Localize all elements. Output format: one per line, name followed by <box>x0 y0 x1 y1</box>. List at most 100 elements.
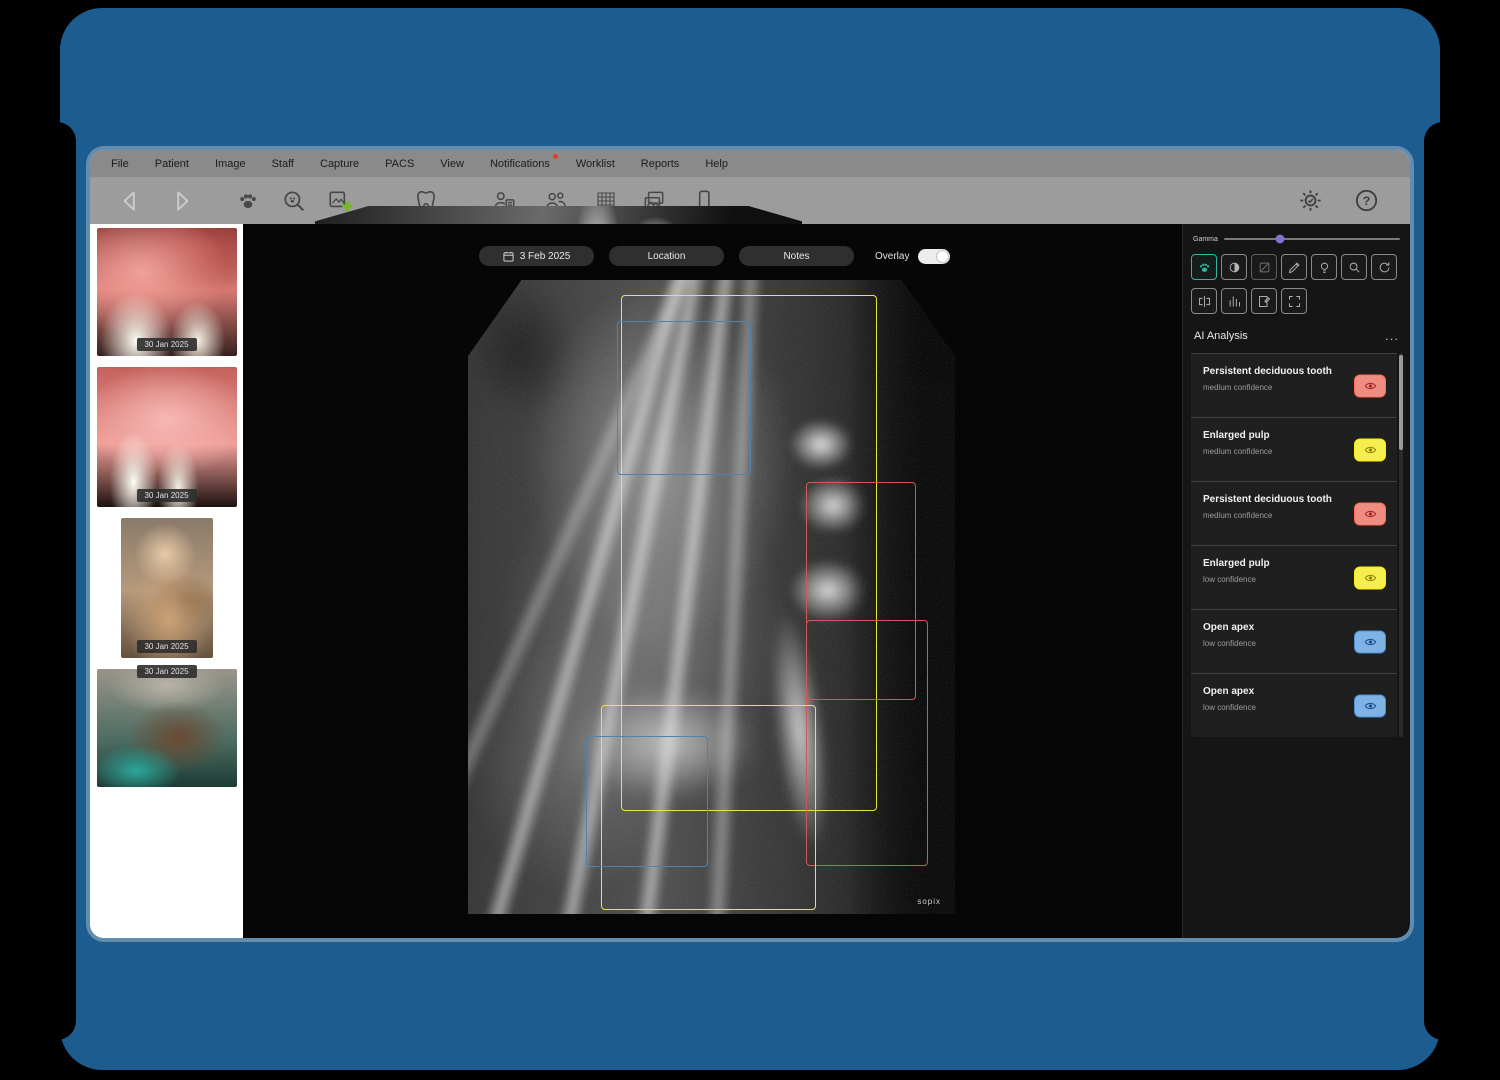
ai-analysis-menu-button[interactable]: ... <box>1385 328 1399 343</box>
viewer-tools-row-2 <box>1191 288 1402 314</box>
contrast-icon <box>1227 260 1242 275</box>
finding-visibility-badge[interactable] <box>1355 503 1385 524</box>
menu-item-label: Staff <box>272 158 294 170</box>
thumbnail-date-badge: 30 Jan 2025 <box>136 489 196 502</box>
thumbnail[interactable]: 30 Jan 2025 <box>97 367 237 507</box>
ai-overlay-box[interactable] <box>586 736 708 867</box>
paw-icon <box>236 189 260 213</box>
finding-row[interactable]: Enlarged pulp low confidence <box>1191 545 1397 609</box>
gamma-slider-knob[interactable] <box>1276 235 1285 244</box>
xray-image[interactable]: sopix <box>468 280 955 914</box>
menu-item[interactable]: File <box>98 150 142 177</box>
date-label: 3 Feb 2025 <box>520 251 571 262</box>
histogram-tool-button[interactable] <box>1221 288 1247 314</box>
menu-item[interactable]: PACS <box>372 150 427 177</box>
finding-visibility-badge[interactable] <box>1355 375 1385 396</box>
findings-scrollbar[interactable] <box>1399 353 1403 737</box>
settings-button[interactable] <box>1294 185 1326 217</box>
finding-row[interactable]: Open apex low confidence <box>1191 673 1397 737</box>
eye-icon <box>1364 635 1377 648</box>
location-button[interactable]: Location <box>609 246 724 266</box>
filter-tool-button[interactable] <box>1251 254 1277 280</box>
fullscreen-icon <box>1287 294 1302 309</box>
menu-item-label: Help <box>705 158 728 170</box>
thumbnail[interactable]: 30 Jan 2025 <box>121 518 213 658</box>
thumbnail-date-badge: 30 Jan 2025 <box>136 665 196 678</box>
ai-paw-tool-button[interactable] <box>1191 254 1217 280</box>
menu-item[interactable]: Patient <box>142 150 202 177</box>
menu-item[interactable]: Notifications <box>477 150 563 177</box>
help-button[interactable]: ? <box>1350 185 1382 217</box>
pencil-icon <box>1287 260 1302 275</box>
contrast-tool-button[interactable] <box>1221 254 1247 280</box>
notes-button[interactable]: Notes <box>739 246 854 266</box>
finding-row[interactable]: Enlarged pulp medium confidence <box>1191 417 1397 481</box>
device-bezel-right <box>1424 122 1462 1040</box>
menu-item[interactable]: Reports <box>628 150 693 177</box>
compare-icon <box>1197 294 1212 309</box>
finding-row[interactable]: Open apex low confidence <box>1191 609 1397 673</box>
detect-tool-button[interactable] <box>1311 254 1337 280</box>
gamma-control: Gamma <box>1191 232 1402 246</box>
back-button[interactable] <box>114 185 146 217</box>
search-patient-button[interactable] <box>278 185 310 217</box>
overlay-toggle[interactable] <box>918 249 950 264</box>
gamma-label: Gamma <box>1193 236 1218 243</box>
help-icon: ? <box>1353 187 1380 214</box>
search-patient-icon <box>281 188 307 214</box>
location-label: Location <box>648 251 686 262</box>
edit-report-icon <box>1257 294 1272 309</box>
app-window: File Patient Image Staff Capture PACS <box>90 150 1410 938</box>
viewer-controls: 3 Feb 2025 Location Notes Overlay <box>479 246 950 266</box>
menu-item[interactable]: View <box>427 150 477 177</box>
eye-icon <box>1364 443 1377 456</box>
thumbnail-sidebar: 30 Jan 2025 30 Jan 2025 30 Jan 2025 30 J… <box>90 224 243 938</box>
menu-item-label: Notifications <box>490 158 550 170</box>
patient-paw-button[interactable] <box>232 185 264 217</box>
settings-gear-icon <box>1297 187 1324 214</box>
finding-visibility-badge[interactable] <box>1355 439 1385 460</box>
ai-overlay-box[interactable] <box>617 321 751 474</box>
finding-row[interactable]: Persistent deciduous tooth medium confid… <box>1191 481 1397 545</box>
menu-item[interactable]: Worklist <box>563 150 628 177</box>
thumbnail-date-badge: 30 Jan 2025 <box>136 640 196 653</box>
ai-paw-icon <box>1197 260 1212 275</box>
menu-item-label: File <box>111 158 129 170</box>
ai-overlay-box[interactable] <box>806 620 928 867</box>
toggle-knob <box>936 250 949 263</box>
gamma-slider[interactable] <box>1224 238 1400 240</box>
annotate-tool-button[interactable] <box>1281 254 1307 280</box>
findings-scrollbar-thumb[interactable] <box>1399 355 1403 450</box>
screenshot-stage: File Patient Image Staff Capture PACS <box>0 0 1500 1080</box>
date-button[interactable]: 3 Feb 2025 <box>479 246 594 266</box>
forward-icon <box>169 188 195 214</box>
finding-visibility-badge[interactable] <box>1355 567 1385 588</box>
edit-report-tool-button[interactable] <box>1251 288 1277 314</box>
menu-bar: File Patient Image Staff Capture PACS <box>90 150 1410 177</box>
finding-visibility-badge[interactable] <box>1355 631 1385 652</box>
menu-item-label: Image <box>215 158 246 170</box>
menu-item[interactable]: Staff <box>259 150 307 177</box>
thumbnail[interactable]: 30 Jan 2025 <box>97 669 237 787</box>
menu-item[interactable]: Image <box>202 150 259 177</box>
compare-tool-button[interactable] <box>1191 288 1217 314</box>
histogram-icon <box>1227 294 1242 309</box>
menu-item-label: Worklist <box>576 158 615 170</box>
finding-visibility-badge[interactable] <box>1355 695 1385 716</box>
ai-overlay-layer <box>468 280 955 914</box>
zoom-tool-button[interactable] <box>1341 254 1367 280</box>
rotate-tool-button[interactable] <box>1371 254 1397 280</box>
menu-item[interactable]: Capture <box>307 150 372 177</box>
thumbnail[interactable]: 30 Jan 2025 <box>97 228 237 356</box>
ai-analysis-header: AI Analysis ... <box>1191 328 1402 343</box>
finding-row[interactable]: Persistent deciduous tooth medium confid… <box>1191 353 1397 417</box>
menu-item-label: Patient <box>155 158 189 170</box>
eye-icon <box>1364 507 1377 520</box>
menu-item[interactable]: Help <box>692 150 741 177</box>
eye-icon <box>1364 699 1377 712</box>
forward-button[interactable] <box>166 185 198 217</box>
notification-dot <box>553 154 558 159</box>
fullscreen-tool-button[interactable] <box>1281 288 1307 314</box>
menu-item-label: Capture <box>320 158 359 170</box>
menu-item-label: PACS <box>385 158 414 170</box>
